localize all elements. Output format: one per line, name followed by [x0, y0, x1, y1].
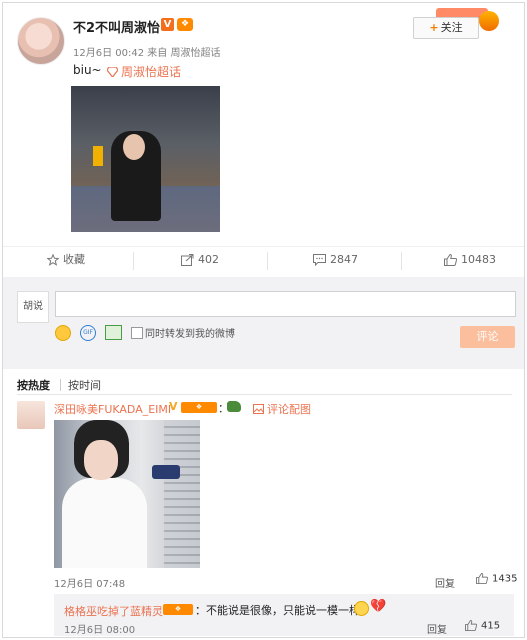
emoji-icon[interactable] [55, 325, 71, 341]
author-name[interactable]: 不2不叫周淑怡 [73, 17, 160, 36]
thumbs-up-icon [476, 573, 488, 584]
action-divider [133, 252, 134, 270]
verified-v-icon: V [169, 400, 178, 413]
comment-count: 2847 [330, 253, 358, 266]
comment-picture-link-label: 评论配图 [267, 403, 311, 416]
comment-input[interactable] [55, 291, 516, 317]
promo-mascot-icon[interactable] [479, 11, 499, 31]
topic-link-label: 周淑怡超话 [121, 65, 182, 79]
like-count: 10483 [461, 253, 496, 266]
favorite-button[interactable]: 收藏 [47, 246, 85, 274]
diamond-icon [107, 67, 118, 77]
follow-button[interactable]: + 关注 [413, 17, 479, 39]
comment-button[interactable]: 2847 [313, 246, 358, 274]
thumbs-up-icon [444, 254, 457, 266]
repost-icon [181, 254, 194, 266]
sort-by-time[interactable]: 按时间 [68, 377, 101, 393]
post-photo[interactable] [71, 86, 220, 232]
post-text: biu~ [73, 63, 102, 77]
reply-timestamp: 12月6日 08:00 [64, 625, 136, 636]
verified-badge-icon: V [161, 18, 174, 31]
comment-timestamp: 12月6日 07:48 [54, 579, 126, 590]
reply-reply-button[interactable]: 回复 [427, 621, 447, 636]
submit-comment-button[interactable]: 评论 [460, 326, 515, 348]
plus-icon: + [429, 21, 439, 34]
gif-icon[interactable]: GIF [80, 325, 96, 341]
grin-emoji-icon [354, 601, 369, 616]
repost-button[interactable]: 402 [181, 246, 219, 274]
reply-like-count: 415 [481, 620, 501, 632]
favorite-label: 收藏 [63, 253, 85, 266]
repost-checkbox[interactable] [131, 327, 143, 339]
post-timestamp[interactable]: 12月6日 00:42 [73, 48, 144, 59]
comment-icon [313, 254, 326, 266]
comment-picture-link[interactable]: 评论配图 [253, 401, 311, 417]
star-icon [47, 254, 59, 266]
picture-icon [253, 404, 264, 414]
my-avatar[interactable]: 胡说 [17, 291, 49, 323]
thumbs-up-icon [465, 620, 477, 631]
follow-label: 关注 [440, 21, 463, 34]
source-prefix: 来自 [147, 48, 168, 59]
action-divider [401, 252, 402, 270]
weibo-post-card: 不2不叫周淑怡 V ❖ 12月6日 00:42 来自 周淑怡超话 + 关注 biu… [2, 2, 525, 638]
reply-text: ：不能说是很像，只能说一模一样 [195, 604, 360, 617]
comment-author-avatar[interactable] [17, 401, 45, 429]
vip-level-icon: ❖ [177, 18, 193, 31]
comment-photo[interactable] [54, 420, 200, 568]
topic-link[interactable]: 周淑怡超话 [107, 63, 181, 80]
image-upload-icon[interactable] [105, 325, 122, 340]
sort-divider [60, 379, 61, 391]
post-meta: 12月6日 00:42 来自 周淑怡超话 [73, 44, 220, 59]
broken-heart-icon: 💔 [370, 599, 387, 614]
fan-level-icon: ❖ [163, 604, 193, 615]
action-divider [267, 252, 268, 270]
comment-like-button[interactable]: 1435 [476, 573, 517, 585]
comment-author-name[interactable]: 深田咏美FUKADA_EIMI [54, 401, 171, 417]
reply-like-button[interactable]: 415 [465, 620, 500, 632]
sort-underline [17, 394, 512, 395]
comment-reply-button[interactable]: 回复 [435, 575, 455, 590]
fan-level-icon: ❖ [181, 402, 217, 413]
repost-checkbox-label[interactable]: 同时转发到我的微博 [145, 325, 235, 340]
gun-emoji-icon [227, 401, 241, 412]
comment-like-count: 1435 [492, 573, 518, 585]
sort-by-hot[interactable]: 按热度 [17, 377, 50, 393]
post-source[interactable]: 周淑怡超话 [170, 48, 220, 59]
repost-count: 402 [198, 253, 219, 266]
like-button[interactable]: 10483 [444, 246, 496, 274]
reply-author-name[interactable]: 格格巫吃掉了蓝精灵 [64, 603, 163, 619]
author-avatar[interactable] [17, 17, 65, 65]
